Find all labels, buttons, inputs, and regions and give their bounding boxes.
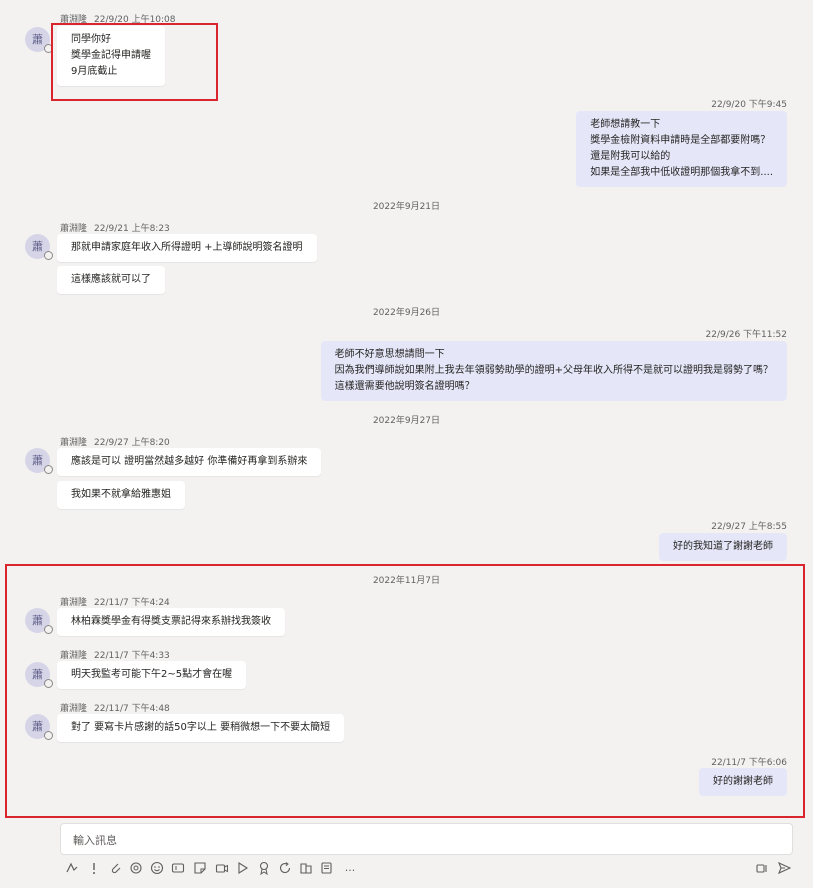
avatar-initial: 蕭 (32, 668, 43, 681)
message-bubble[interactable]: 我如果不就拿給雅惠姐 (57, 481, 185, 509)
message-text: 明天我監考可能下午2~5點才會在喔 (71, 669, 233, 680)
praise-icon[interactable] (256, 861, 272, 878)
date-divider: 2022年9月27日 (372, 416, 441, 426)
sender-name: 蕭淵隆 (60, 598, 88, 608)
avatar[interactable]: 蕭 (25, 234, 53, 260)
date-divider: 2022年9月21日 (372, 202, 441, 212)
message-text: 好的我知道了謝謝老師 (673, 541, 773, 552)
avatar-initial: 蕭 (32, 614, 43, 627)
send-icon[interactable] (776, 861, 792, 878)
message-time: 22/9/27 上午8:20 (94, 438, 170, 448)
avatar[interactable]: 蕭 (25, 714, 53, 740)
more-app-icon[interactable] (319, 861, 335, 878)
date-divider: 2022年11月7日 (372, 576, 441, 586)
date-divider: 2022年9月26日 (372, 308, 441, 318)
status-icon (44, 679, 53, 688)
emoji-icon[interactable] (149, 861, 165, 878)
gif-icon[interactable] (170, 861, 186, 878)
message-input[interactable] (61, 824, 775, 856)
message-text: 我如果不就拿給雅惠姐 (71, 489, 171, 500)
priority-icon[interactable] (86, 861, 102, 878)
message-meta: 蕭淵隆 22/11/7 下午4:48 (60, 701, 170, 714)
avatar[interactable]: 蕭 (25, 662, 53, 688)
avatar-initial: 蕭 (32, 720, 43, 733)
message-meta: 蕭淵隆 22/9/27 上午8:20 (60, 435, 170, 448)
message-text: 那就申請家庭年收入所得證明 +上導師說明簽名證明 (71, 242, 303, 253)
loop-icon[interactable] (128, 861, 144, 878)
message-time: 22/11/7 下午6:06 (711, 758, 787, 768)
message-time: 22/11/7 下午4:24 (94, 598, 170, 608)
message-text: 應該是可以 證明當然越多越好 你準備好再拿到系辦來 (71, 456, 308, 467)
sender-name: 蕭淵隆 (60, 438, 88, 448)
message-bubble[interactable]: 好的謝謝老師 (699, 768, 787, 796)
status-icon (44, 465, 53, 474)
avatar-initial: 蕭 (32, 33, 43, 46)
avatar-initial: 蕭 (32, 454, 43, 467)
status-icon (44, 251, 53, 260)
message-bubble[interactable]: 好的我知道了謝謝老師 (659, 533, 787, 561)
message-text: 好的謝謝老師 (713, 776, 773, 787)
message-meta: 蕭淵隆 22/11/7 下午4:33 (60, 648, 170, 661)
message-line: 因為我們導師說如果附上我去年領弱勢助學的證明+父母年收入所得不是就可以證明我是弱… (334, 365, 773, 376)
message-text: 對了 要寫卡片感謝的話50字以上 要稍微想一下不要太簡短 (71, 722, 331, 733)
message-line: 如果是全部我中低收證明那個我拿不到.... (590, 167, 773, 178)
highlight-box (51, 23, 218, 101)
sender-name: 蕭淵隆 (60, 651, 88, 661)
message-text: 這樣應該就可以了 (71, 274, 151, 285)
message-line: 老師想請教一下 (590, 119, 661, 130)
message-meta: 蕭淵隆 22/11/7 下午4:24 (60, 595, 170, 608)
message-line: 獎學金檢附資料申請時是全部都要附嗎？ (590, 135, 771, 146)
status-icon (44, 731, 53, 740)
message-bubble[interactable]: 那就申請家庭年收入所得證明 +上導師說明簽名證明 (57, 234, 317, 262)
message-line: 這樣還需要他說明簽名證明嗎？ (334, 381, 475, 392)
message-text: 林柏霖獎學金有得獎支票記得來系辦找我簽收 (71, 616, 271, 627)
avatar[interactable]: 蕭 (25, 27, 53, 53)
message-bubble[interactable]: 對了 要寫卡片感謝的話50字以上 要稍微想一下不要太簡短 (57, 714, 345, 742)
message-time: 22/11/7 下午4:48 (94, 704, 170, 714)
sender-name: 蕭淵隆 (60, 224, 88, 234)
message-time: 22/9/26 下午11:52 (705, 330, 788, 340)
dictate-icon[interactable] (754, 861, 770, 878)
message-time: 22/9/27 上午8:55 (711, 522, 787, 532)
sticker-icon[interactable] (192, 861, 208, 878)
message-bubble[interactable]: 這樣應該就可以了 (57, 266, 165, 294)
message-time: 22/9/20 下午9:45 (711, 100, 787, 110)
status-icon (44, 625, 53, 634)
message-meta: 蕭淵隆 22/9/21 上午8:23 (60, 221, 170, 234)
message-bubble[interactable]: 應該是可以 證明當然越多越好 你準備好再拿到系辦來 (57, 448, 322, 476)
message-composer (60, 823, 793, 856)
more-icon[interactable]: ... (342, 861, 358, 874)
avatar[interactable]: 蕭 (25, 608, 53, 634)
message-bubble[interactable]: 老師想請教一下 獎學金檢附資料申請時是全部都要附嗎？ 還是附我可以給的 如果是全… (576, 111, 787, 187)
message-bubble[interactable]: 老師不好意思想請問一下 因為我們導師說如果附上我去年領弱勢助學的證明+父母年收入… (320, 341, 787, 401)
sender-name: 蕭淵隆 (60, 704, 88, 714)
avatar[interactable]: 蕭 (25, 448, 53, 474)
message-line: 老師不好意思想請問一下 (334, 349, 445, 360)
message-time: 22/11/7 下午4:33 (94, 651, 170, 661)
message-line: 還是附我可以給的 (590, 151, 671, 162)
message-time: 22/9/21 上午8:23 (94, 224, 170, 234)
update-icon[interactable] (277, 861, 293, 878)
stream-icon[interactable] (235, 861, 251, 878)
top-edge (0, 0, 813, 6)
attach-icon[interactable] (108, 861, 124, 878)
message-bubble[interactable]: 明天我監考可能下午2~5點才會在喔 (57, 661, 247, 689)
meet-icon[interactable] (214, 861, 230, 878)
avatar-initial: 蕭 (32, 240, 43, 253)
format-icon[interactable] (64, 861, 80, 878)
apps-icon[interactable] (298, 861, 314, 878)
message-bubble[interactable]: 林柏霖獎學金有得獎支票記得來系辦找我簽收 (57, 608, 285, 636)
